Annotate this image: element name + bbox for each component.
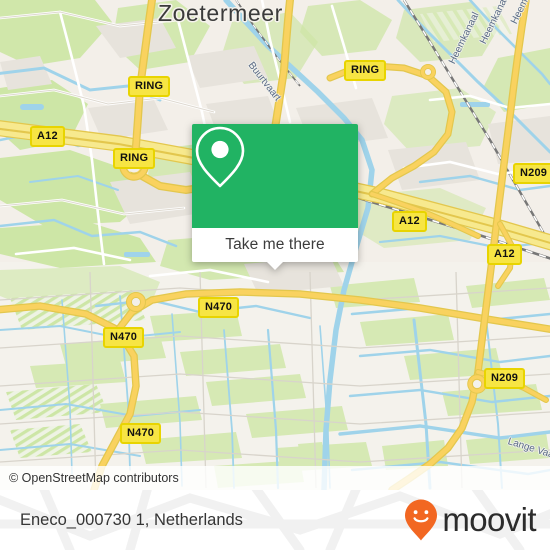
- take-me-there-button[interactable]: Take me there: [192, 228, 358, 270]
- moovit-wordmark: moovit: [442, 501, 536, 538]
- location-callout-card[interactable]: Take me there: [192, 124, 358, 270]
- road-shield-ring-1[interactable]: RING: [128, 76, 171, 97]
- location-address: Eneco_000730 1, Netherlands: [20, 510, 243, 529]
- road-shield-n209-1[interactable]: N209: [513, 163, 550, 184]
- callout-icon-area: [192, 124, 358, 228]
- take-me-there-label: Take me there: [225, 236, 325, 253]
- map-screenshot: Zoetermeer Buurtvaart Heemkanaal Heemkan…: [0, 0, 550, 550]
- road-shield-ring-2[interactable]: RING: [344, 60, 387, 81]
- footer-bar: Eneco_000730 1, Netherlands moovit: [0, 490, 550, 550]
- road-shield-a12-3[interactable]: A12: [487, 244, 522, 265]
- map-city-label: Zoetermeer: [158, 0, 283, 26]
- osm-attribution-bar: © OpenStreetMap contributors: [0, 466, 550, 490]
- road-shield-a12-2[interactable]: A12: [392, 211, 427, 232]
- callout-pointer: [266, 261, 284, 270]
- road-shield-n470-2[interactable]: N470: [103, 327, 145, 348]
- road-shield-n209-2[interactable]: N209: [484, 368, 526, 389]
- road-shield-n470-3[interactable]: N470: [120, 423, 162, 444]
- road-shield-ring-3[interactable]: RING: [113, 148, 156, 169]
- osm-attribution-text[interactable]: © OpenStreetMap contributors: [0, 471, 179, 485]
- road-shield-n470-1[interactable]: N470: [198, 297, 240, 318]
- map-canvas[interactable]: Zoetermeer Buurtvaart Heemkanaal Heemkan…: [0, 0, 550, 490]
- map-pin-icon: [195, 126, 245, 188]
- road-shield-a12-1[interactable]: A12: [30, 126, 65, 147]
- moovit-smiley-pin-icon: [405, 499, 438, 541]
- moovit-logo[interactable]: moovit: [403, 490, 537, 550]
